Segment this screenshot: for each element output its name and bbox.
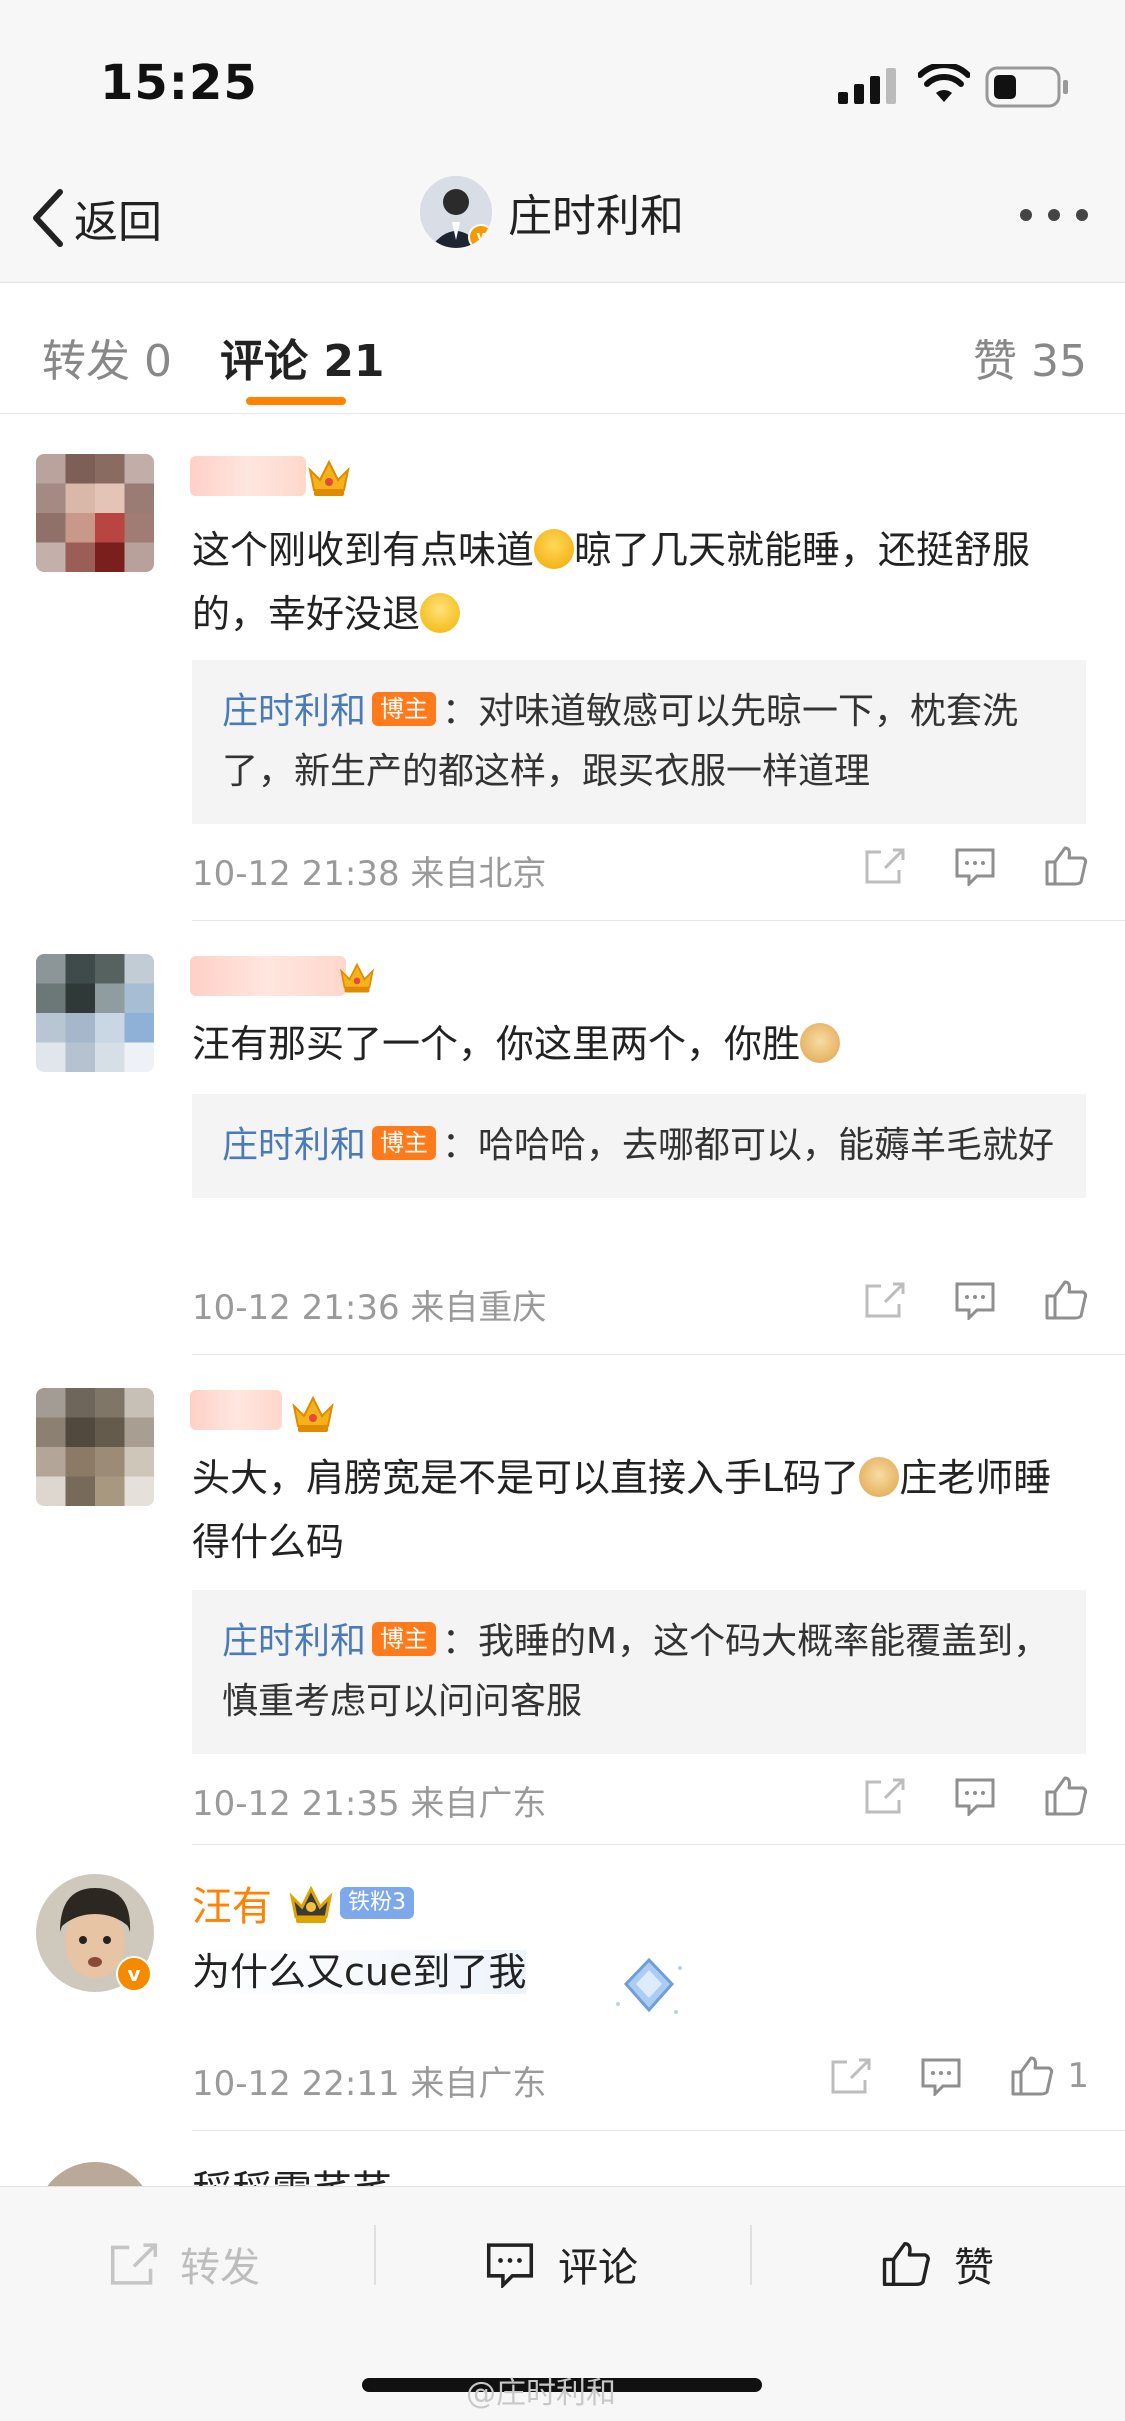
divider — [192, 1844, 1125, 1845]
avatar[interactable] — [36, 1388, 154, 1506]
like-icon — [882, 2241, 930, 2287]
divider — [750, 2225, 752, 2285]
tab-underline — [246, 397, 346, 405]
verified-badge-icon: v — [116, 1956, 152, 1992]
avatar[interactable] — [36, 454, 154, 572]
back-label: 返回 — [74, 197, 162, 248]
share-icon[interactable] — [863, 1776, 907, 1816]
like-icon[interactable] — [1043, 1278, 1089, 1322]
diamond-sticker-icon — [616, 1957, 682, 2014]
comment-meta: 10-12 21:36 来自重庆 — [192, 1288, 547, 1328]
battery-icon — [985, 66, 1068, 108]
share-icon[interactable] — [863, 846, 907, 886]
like-icon[interactable] — [1009, 2054, 1055, 2098]
cellular-signal-icon — [838, 68, 896, 104]
back-button[interactable]: 返回 — [30, 186, 162, 250]
comment-icon[interactable] — [953, 1280, 997, 1320]
owner-badge: 博主 — [372, 692, 437, 726]
bottom-comment-button[interactable]: 评论 — [484, 2235, 638, 2293]
comment-meta: 10-12 21:38 来自北京 — [192, 854, 547, 894]
fan-badge: 铁粉3 — [340, 1887, 414, 1919]
bottom-comment-label: 评论 — [558, 2245, 638, 2291]
chevron-left-icon — [33, 189, 63, 247]
bottom-like-label: 赞 — [954, 2245, 994, 2291]
author-reply[interactable]: 庄时利和 博主 ：对味道敏感可以先晾一下，枕套洗了，新生产的都这样，跟买衣服一样道理 — [192, 660, 1086, 824]
shush-emoji-icon — [420, 592, 461, 633]
username[interactable]: 汪有 — [192, 1874, 272, 1932]
doge-emoji-icon — [859, 1456, 900, 1497]
divider — [192, 2130, 1125, 2131]
like-icon[interactable] — [1043, 844, 1089, 888]
divider — [192, 1354, 1125, 1355]
bottom-repost-label: 转发 — [180, 2245, 260, 2291]
comment-actions — [863, 1774, 1089, 1818]
blurred-username[interactable] — [190, 456, 306, 496]
like-icon[interactable] — [1043, 1774, 1089, 1818]
author-reply[interactable]: 庄时利和 博主 ：哈哈哈，去哪都可以，能薅羊毛就好 — [192, 1094, 1086, 1198]
comment-icon[interactable] — [953, 1776, 997, 1816]
wifi-icon — [918, 64, 970, 102]
doge-emoji-icon — [800, 1022, 841, 1063]
reply-author-link[interactable]: 庄时利和 — [222, 1621, 366, 1662]
laugh-cry-emoji-icon — [534, 528, 575, 569]
watermark: @庄时利和 — [466, 2376, 616, 2411]
share-icon[interactable] — [829, 2056, 873, 2096]
more-options-icon[interactable] — [1019, 208, 1089, 222]
author-reply[interactable]: 庄时利和 博主 ：我睡的M，这个码大概率能覆盖到，慎重考虑可以问问客服 — [192, 1590, 1086, 1754]
comment-meta: 10-12 22:11 来自广东 — [192, 2064, 547, 2104]
bottom-repost-button[interactable]: 转发 — [108, 2235, 260, 2293]
comment-actions — [863, 844, 1089, 888]
tab-repost[interactable]: 转发 0 — [42, 325, 172, 389]
status-time: 15:25 — [100, 55, 258, 111]
comment-actions: 1 — [829, 2054, 1089, 2098]
reply-author-link[interactable]: 庄时利和 — [222, 1125, 366, 1166]
reply-text: ：哈哈哈，去哪都可以，能薅羊毛就好 — [442, 1125, 1055, 1166]
owner-badge: 博主 — [372, 1126, 437, 1160]
nav-title: 庄时利和 — [508, 191, 684, 242]
owner-badge: 博主 — [372, 1622, 437, 1656]
nav-avatar[interactable]: v — [420, 176, 492, 248]
comment-meta: 10-12 21:35 来自广东 — [192, 1784, 547, 1824]
comment-icon[interactable] — [953, 846, 997, 886]
nav-profile[interactable]: v 庄时利和 — [420, 176, 684, 248]
tab-likes[interactable]: 赞 35 — [973, 325, 1087, 389]
tab-bar: 转发 0 评论 21 赞 35 — [0, 283, 1125, 414]
bottom-like-button[interactable]: 赞 — [880, 2235, 994, 2293]
reply-author-link[interactable]: 庄时利和 — [222, 691, 366, 732]
comment-actions — [863, 1278, 1089, 1322]
nav-bar: 返回 v 庄时利和 — [0, 150, 1125, 283]
crown-badge-icon — [308, 459, 350, 496]
blurred-username[interactable] — [190, 956, 346, 996]
comment-text: 这个刚收到有点味道 晾了几天就能睡，还挺舒服的，幸好没退 — [192, 528, 1031, 636]
comment-header: 汪有 铁粉3 — [192, 1874, 414, 1932]
comment-icon — [486, 2243, 534, 2288]
divider — [374, 2225, 376, 2285]
username[interactable]: 稻稻需芊芊 — [192, 2158, 392, 2186]
crown-badge-icon — [339, 962, 375, 993]
tab-comments[interactable]: 评论 21 — [220, 325, 385, 389]
like-count: 1 — [1067, 2056, 1089, 2096]
share-icon[interactable] — [863, 1280, 907, 1320]
status-bar: 15:25 — [0, 0, 1125, 150]
verified-badge-icon: v — [468, 224, 492, 248]
comment-icon[interactable] — [919, 2056, 963, 2096]
comment-text: 汪有那买了一个，你这里两个，你胜 — [192, 1012, 1072, 1076]
crown-badge-icon — [292, 1395, 334, 1432]
divider — [192, 920, 1125, 921]
partial-comment: 稻稻需芊芊 — [0, 2150, 1125, 2186]
crown-badge-icon — [289, 1885, 333, 1923]
avatar[interactable] — [36, 954, 154, 1072]
comment-text: 头大，肩膀宽是不是可以直接入手L码了 庄老师睡得什么码 — [192, 1456, 1052, 1564]
blurred-username[interactable] — [190, 1390, 282, 1430]
avatar[interactable] — [36, 2162, 154, 2186]
share-icon — [110, 2243, 158, 2285]
